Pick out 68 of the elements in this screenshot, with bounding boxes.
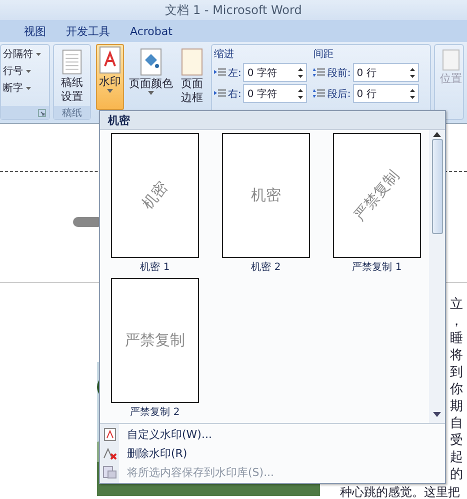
scroll-down-icon[interactable] [433,412,441,417]
scrollbar-thumb[interactable] [432,139,442,234]
watermark-option[interactable]: 严禁复制 严禁复制 1 [333,133,421,274]
spin-field[interactable]: 0 行 [352,63,419,82]
section-title: 间距 [313,48,334,61]
spin-field[interactable]: 0 字符 [243,84,308,103]
text-line: 到 [450,364,463,381]
ribbon-small-button[interactable]: 断字 [1,81,49,95]
menu-item[interactable]: 自定义水印(W)... [100,425,445,444]
remove-letter-icon [102,447,116,460]
dropdown-arrow-icon [26,86,31,90]
text-line: 起 [450,449,463,466]
section-title: 缩进 [214,48,235,61]
field-label: 段后: [327,88,351,100]
watermark-preview: 严禁复制 [111,278,199,403]
ribbon-tab[interactable]: 开发工具 [58,22,118,40]
dropdown-arrow-icon [36,52,41,56]
watermark-preview: 机密 [222,133,310,258]
field-label: 右: [228,88,242,100]
watermark-preview: 机密 [111,133,199,258]
text-line: 自 [450,415,463,432]
spin-field[interactable]: 0 字符 [243,63,308,82]
scrollbar[interactable] [429,130,445,423]
text-line: 睡 [450,330,463,347]
page-letter-icon [99,46,121,74]
dialog-launcher-icon[interactable] [38,108,46,116]
indent-icon [214,67,226,78]
watermark-option[interactable]: 机密 机密 2 [222,133,310,274]
ribbon-tab[interactable]: Acrobat [122,22,180,40]
ribbon-button[interactable]: 水印 [96,44,124,110]
watermark-option[interactable]: 机密 机密 1 [111,133,199,274]
text-line: 的 [450,466,463,483]
paper-setup-button[interactable]: 稿纸 设置 [54,47,90,105]
field-label: 左: [228,66,242,80]
pages-icon [102,466,116,479]
page-letter-icon [104,428,116,441]
spin-arrows-icon[interactable] [298,66,304,78]
dropdown-arrow-icon [26,70,31,72]
ribbon-button[interactable]: 页面颜色 [126,46,176,97]
indent-icon [214,88,226,99]
text-line: 受 [450,432,463,449]
page-icon [181,48,203,76]
line-spacing-icon [313,67,326,78]
watermark-option[interactable]: 严禁复制 严禁复制 2 [111,278,199,419]
ribbon-small-button[interactable]: 分隔符 [1,47,49,61]
spin-arrows-icon[interactable] [410,66,415,78]
window-title: 文档 1 - Microsoft Word [165,2,302,18]
paint-bucket-icon [140,48,162,76]
watermark-preview: 严禁复制 [333,133,421,258]
section-title: 机密 [108,112,130,128]
scroll-up-icon[interactable] [433,132,441,137]
text-line: 期 [450,398,463,415]
line-spacing-icon [313,88,326,99]
text-line: 立 [450,296,463,313]
ribbon-small-button[interactable]: 行号 [1,64,49,78]
group-label: 稿纸 [62,106,82,120]
text-line: ， [450,313,463,330]
ribbon-button[interactable]: 页面 边框 [178,46,206,106]
menu-item[interactable]: 删除水印(R) [100,444,445,463]
ribbon-tab[interactable]: 视图 [16,22,54,40]
spin-field[interactable]: 0 行 [352,84,419,103]
spin-arrows-icon[interactable] [410,88,415,100]
text-line: 将 [450,347,463,364]
text-line: 你 [450,381,463,398]
page-icon [442,49,460,71]
field-label: 段前: [327,66,351,80]
grid-paper-icon [62,49,82,75]
spin-arrows-icon[interactable] [298,88,304,100]
